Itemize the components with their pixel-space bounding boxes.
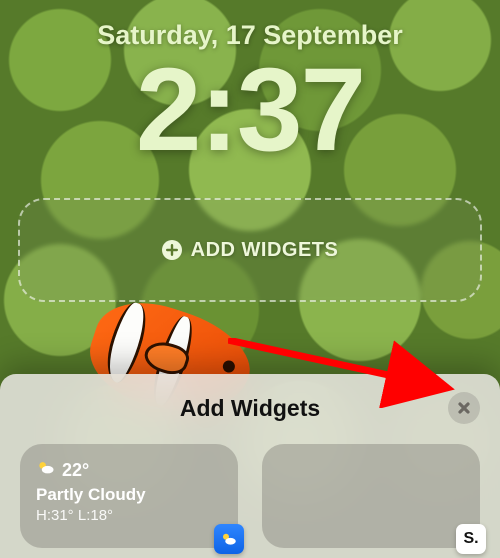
weather-temp: 22° [62, 460, 89, 481]
widget-card-generic[interactable]: S. [262, 444, 480, 548]
add-widgets-panel: Add Widgets 22° Partly Cloudy H:31° [0, 374, 500, 558]
add-widgets-label: ADD WIDGETS [191, 239, 339, 262]
app-badge-s: S. [456, 524, 486, 554]
panel-header: Add Widgets [20, 388, 480, 428]
lockscreen-time[interactable]: 2:37 [0, 42, 500, 178]
close-button[interactable] [448, 392, 480, 424]
weather-app-icon [214, 524, 244, 554]
widget-suggestions-row: 22° Partly Cloudy H:31° L:18° S. [20, 444, 480, 548]
partly-cloudy-icon [36, 458, 56, 483]
lock-screen: Saturday, 17 September 2:37 ADD WIDGETS … [0, 0, 500, 558]
add-widgets-slot[interactable]: ADD WIDGETS [18, 198, 482, 302]
weather-hi-lo: H:31° L:18° [36, 507, 222, 524]
plus-circle-icon [162, 240, 182, 260]
panel-title: Add Widgets [180, 395, 320, 422]
close-icon [457, 401, 471, 415]
widget-card-weather[interactable]: 22° Partly Cloudy H:31° L:18° [20, 444, 238, 548]
weather-condition: Partly Cloudy [36, 485, 222, 505]
